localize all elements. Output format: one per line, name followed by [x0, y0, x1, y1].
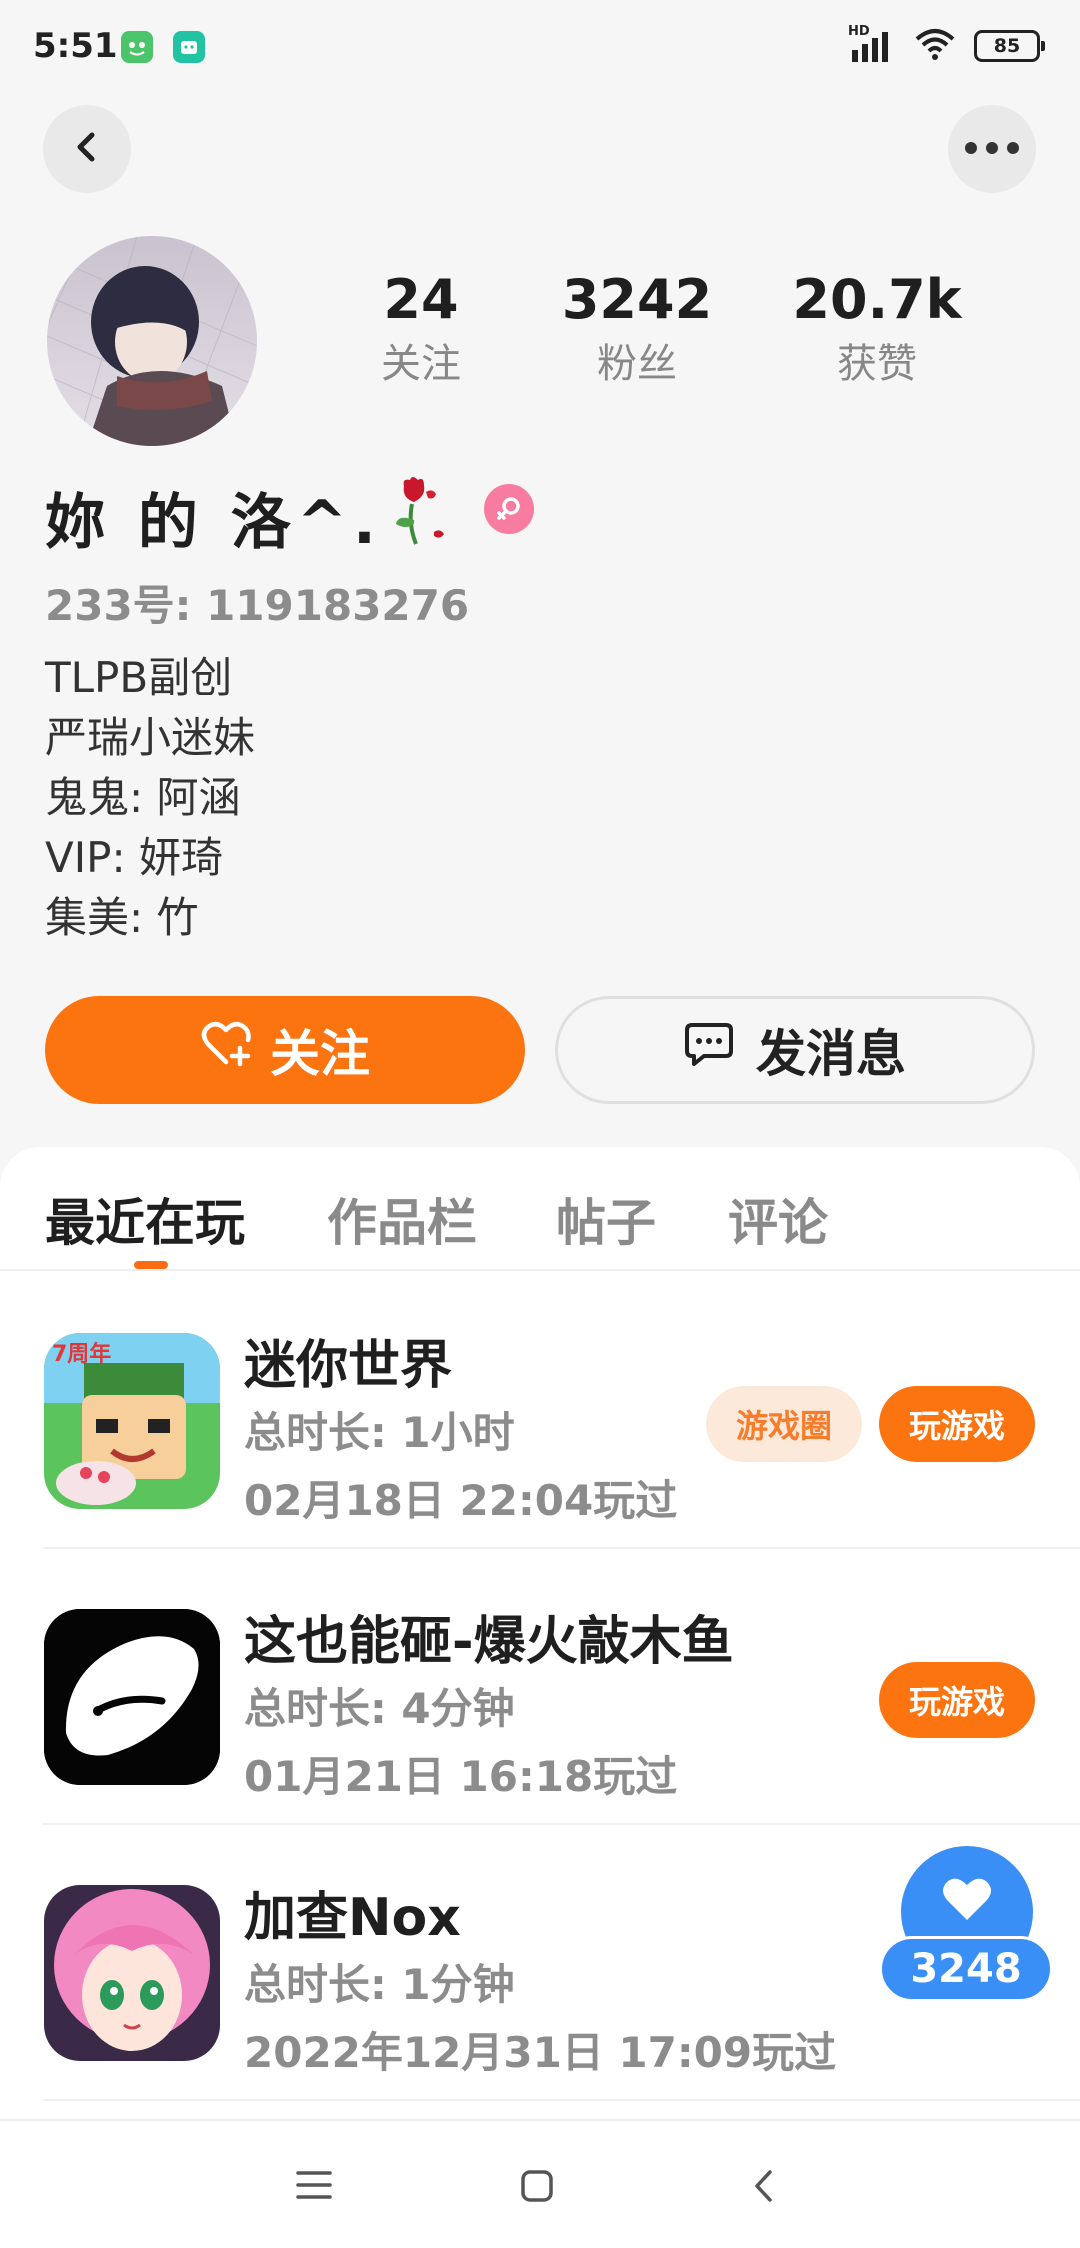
game-icon-mini-world: 7周年 — [44, 1333, 220, 1509]
tab-comments[interactable]: 评论 — [728, 1183, 828, 1255]
bio-line: 鬼鬼: 阿涵 — [45, 773, 241, 822]
stat-fans[interactable]: 3242 粉丝 — [527, 270, 747, 388]
status-bar: 5:51 HD 85 — [0, 0, 1080, 90]
send-message-button[interactable]: 发消息 — [555, 996, 1035, 1104]
game-last-played: 02月18日 22:04玩过 — [244, 1476, 678, 1525]
heart-icon — [941, 1876, 993, 1926]
chevron-left-icon — [69, 129, 105, 169]
game-duration: 总时长: 1分钟 — [244, 1960, 515, 2009]
signal-icon: HD — [848, 24, 896, 64]
stat-value: 24 — [383, 268, 459, 331]
message-label: 发消息 — [756, 1025, 906, 1083]
status-indicators: HD 85 — [848, 24, 1045, 66]
like-count: 3248 — [879, 1936, 1053, 2002]
tab-works[interactable]: 作品栏 — [327, 1183, 477, 1255]
active-tab-indicator — [134, 1261, 168, 1269]
menu-icon[interactable] — [296, 2169, 332, 2205]
svg-text:7周年: 7周年 — [52, 1341, 111, 1367]
wifi-icon — [914, 27, 956, 65]
nickname: 妳 的 洛^. — [45, 474, 448, 561]
female-icon — [484, 484, 534, 534]
chat-bubble-icon — [684, 1021, 734, 1079]
play-game-button[interactable]: 玩游戏 — [879, 1386, 1035, 1462]
stat-label: 获赞 — [837, 341, 917, 387]
game-last-played: 01月21日 16:18玩过 — [244, 1752, 678, 1801]
nickname-text: 妳 的 洛^. — [45, 488, 382, 558]
bio: TLPB副创 严瑞小迷妹 鬼鬼: 阿涵 VIP: 妍琦 集美: 竹 — [45, 648, 255, 948]
tab-recent-playing[interactable]: 最近在玩 — [45, 1183, 245, 1255]
system-nav-bar — [0, 2119, 1080, 2248]
bio-line: 集美: 竹 — [45, 893, 199, 942]
bio-line: 严瑞小迷妹 — [45, 713, 256, 762]
stat-label: 粉丝 — [597, 341, 677, 387]
nav-back-icon[interactable] — [752, 2169, 776, 2207]
game-name: 迷你世界 — [244, 1336, 453, 1396]
game-list-item[interactable]: 7周年 迷你世界 总时长: 1小时 02月18日 22:04玩过 游戏圈 玩游戏 — [0, 1273, 1080, 1549]
home-icon[interactable] — [520, 2169, 554, 2207]
user-id: 233号: 119183276 — [45, 581, 470, 630]
more-dots-icon — [964, 140, 1020, 159]
tab-bar: 最近在玩 作品栏 帖子 评论 — [0, 1147, 1080, 1271]
stat-value: 20.7k — [792, 268, 962, 331]
game-duration: 总时长: 1小时 — [244, 1408, 515, 1457]
follow-button[interactable]: 关注 — [45, 996, 525, 1104]
app-notification-icon — [121, 31, 153, 63]
back-button[interactable] — [43, 105, 131, 193]
game-last-played: 2022年12月31日 17:09玩过 — [244, 2028, 837, 2077]
game-icon-wooden-fish — [44, 1609, 220, 1785]
bio-line: VIP: 妍琦 — [45, 833, 223, 882]
play-game-button[interactable]: 玩游戏 — [879, 1662, 1035, 1738]
stat-following[interactable]: 24 关注 — [311, 270, 531, 388]
stat-label: 关注 — [381, 341, 461, 387]
rose-icon — [388, 474, 448, 561]
heart-plus-icon — [200, 1020, 252, 1080]
battery-icon: 85 — [974, 30, 1045, 62]
game-duration: 总时长: 4分钟 — [244, 1684, 515, 1733]
bio-line: TLPB副创 — [45, 653, 233, 702]
like-widget[interactable]: 3248 — [879, 1846, 1055, 2006]
stat-likes[interactable]: 20.7k 获赞 — [767, 270, 987, 388]
avatar[interactable] — [47, 236, 257, 446]
game-icon-gacha-nox — [44, 1885, 220, 2061]
game-circle-button[interactable]: 游戏圈 — [706, 1386, 862, 1462]
app-notification-icon-2 — [173, 31, 205, 63]
divider — [43, 2099, 1080, 2101]
more-button[interactable] — [948, 105, 1036, 193]
game-list-item[interactable]: 这也能砸-爆火敲木鱼 总时长: 4分钟 01月21日 16:18玩过 玩游戏 — [0, 1549, 1080, 1825]
tab-posts[interactable]: 帖子 — [556, 1183, 656, 1255]
stat-value: 3242 — [561, 268, 713, 331]
game-name: 加查Nox — [244, 1888, 461, 1948]
status-time: 5:51 — [33, 26, 118, 66]
game-name: 这也能砸-爆火敲木鱼 — [244, 1612, 734, 1672]
follow-label: 关注 — [270, 1025, 370, 1083]
